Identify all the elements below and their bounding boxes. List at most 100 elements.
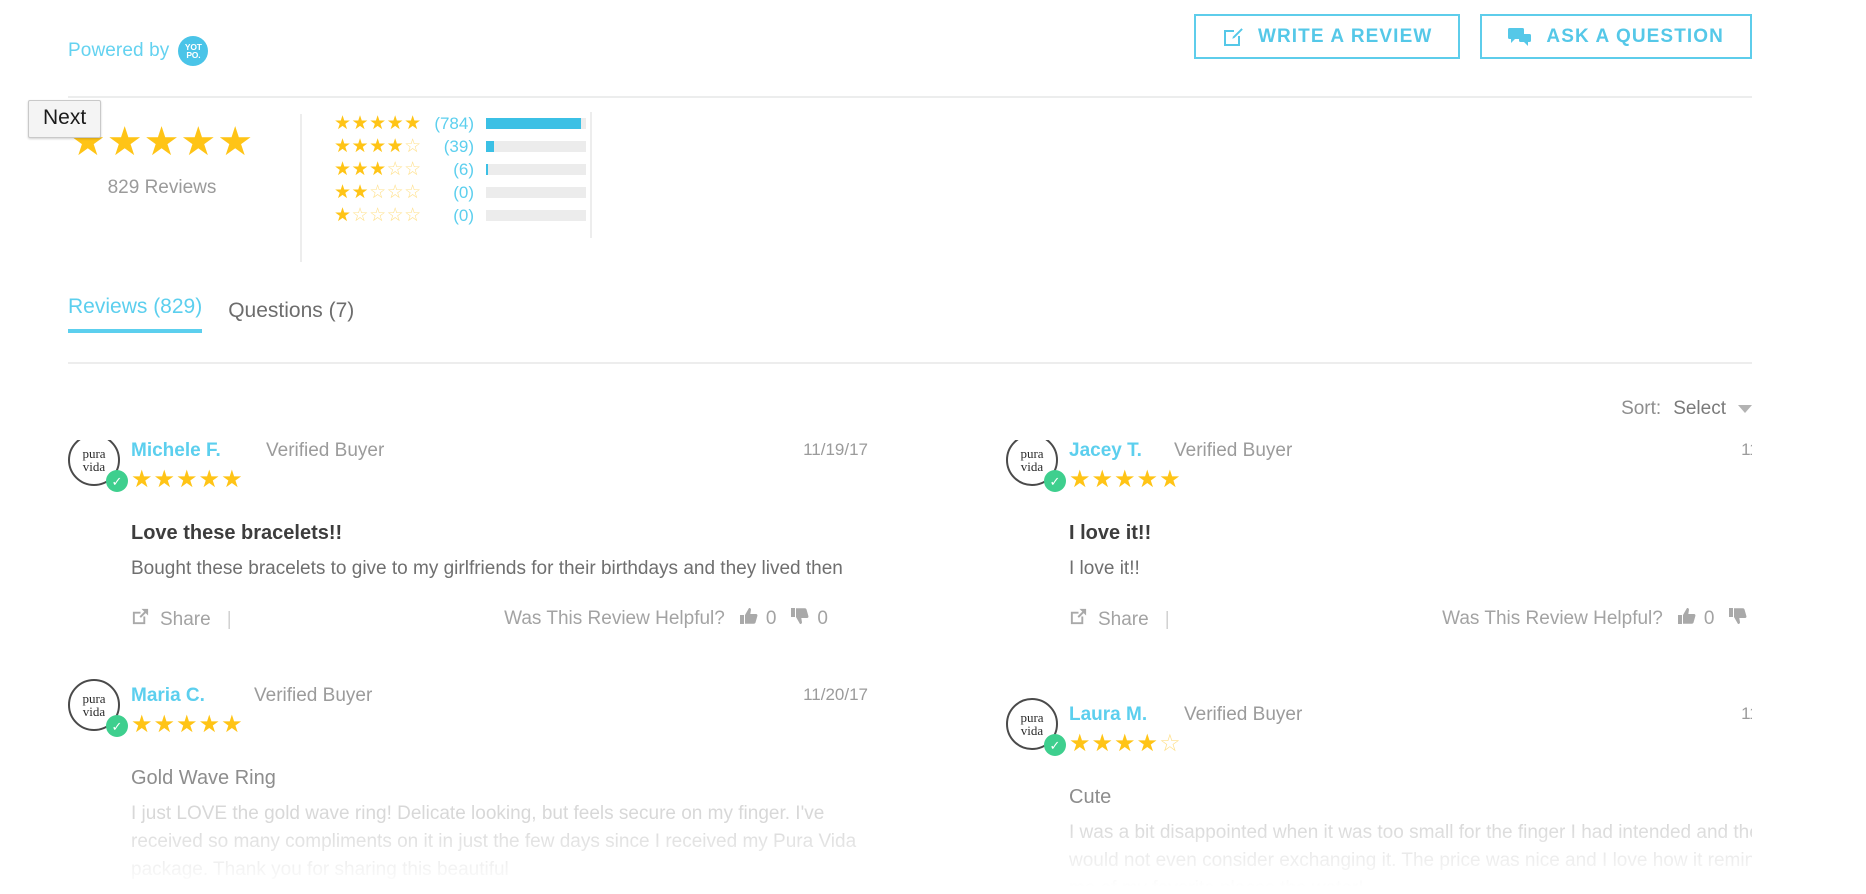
verified-buyer-label: Verified Buyer <box>266 440 385 461</box>
chevron-down-icon[interactable] <box>1738 405 1752 413</box>
reviewer-name[interactable]: Maria C. <box>131 685 205 707</box>
review-title: Love these bracelets!! <box>131 522 343 544</box>
reviews-list: pura vida ✓ Michele F. Verified Buyer 11… <box>68 440 1752 894</box>
review-date: 11/20/17 <box>803 685 868 704</box>
review-header: pura vida ✓ Maria C. Verified Buyer 11/2… <box>68 679 868 737</box>
review-item: pura vida ✓ Laura M. Verified Buyer 11/1… <box>1006 698 1752 894</box>
verified-check-icon: ✓ <box>106 470 128 492</box>
ratings-summary: ★★★★★ 829 Reviews ★★★★★ (784) ★★★★☆ (39)… <box>68 112 768 292</box>
chat-bubbles-icon <box>1508 27 1532 47</box>
review-title: Cute <box>1069 786 1112 808</box>
histogram-row-4[interactable]: ★★★★☆ (39) <box>334 135 586 158</box>
write-a-review-button[interactable]: WRITE A REVIEW <box>1193 14 1461 59</box>
histogram-row-3[interactable]: ★★★☆☆ (6) <box>334 158 586 181</box>
avatar-line2: vida <box>1020 723 1044 738</box>
header-divider <box>68 96 1752 98</box>
verified-check-icon: ✓ <box>1044 470 1066 492</box>
pencil-square-icon <box>1222 26 1244 48</box>
review-stars: ★★★★★ <box>131 711 244 738</box>
reviews-column-right: pura vida ✓ Jacey T. Verified Buyer 11/1… <box>1006 440 1752 894</box>
next-tooltip: Next <box>28 100 102 138</box>
verified-check-icon: ✓ <box>106 715 128 737</box>
reviewer-name[interactable]: Michele F. <box>131 440 221 462</box>
review-title: Gold Wave Ring <box>131 767 276 789</box>
content-tabs: Reviews (829) Questions (7) <box>68 295 354 333</box>
review-date: 11/18/17 <box>1741 440 1752 459</box>
verified-buyer-label: Verified Buyer <box>254 685 373 706</box>
sort-control[interactable]: Sort: Select <box>1621 398 1752 420</box>
histogram-row-2[interactable]: ★★☆☆☆ (0) <box>334 181 586 204</box>
avatar-line2: vida <box>1020 459 1044 474</box>
share-icon <box>1069 607 1088 632</box>
review-footer: Share | Was This Review Helpful? 0 <box>131 607 868 633</box>
review-title: I love it!! <box>1069 522 1152 544</box>
total-reviews-label: 829 Reviews <box>107 177 217 198</box>
summary-divider-right <box>590 112 592 238</box>
review-header: pura vida ✓ Michele F. Verified Buyer 11… <box>68 440 868 492</box>
thumbs-down-icon <box>790 607 810 631</box>
verified-check-icon: ✓ <box>1044 734 1066 756</box>
histogram-bar-4 <box>486 141 586 152</box>
powered-by-label: Powered by <box>68 40 170 61</box>
thumbs-up-button[interactable]: 0 <box>1677 607 1715 631</box>
histogram-stars-5: ★★★★★ <box>334 113 422 134</box>
review-body: I love it!! I love it!! <box>1069 480 1752 583</box>
thumbs-up-button[interactable]: 0 <box>739 607 777 631</box>
histogram-stars-2: ★★☆☆☆ <box>334 182 422 203</box>
reviewer-name[interactable]: Jacey T. <box>1069 440 1142 462</box>
review-date: 11/19/17 <box>803 440 868 459</box>
review-item: pura vida ✓ Maria C. Verified Buyer 11/2… <box>68 679 868 884</box>
write-a-review-label: WRITE A REVIEW <box>1257 25 1433 47</box>
thumbs-up-icon <box>1677 607 1697 631</box>
tab-questions[interactable]: Questions (7) <box>228 299 354 333</box>
avatar-line2: vida <box>82 704 106 719</box>
yotpo-logo-line2: PO. <box>186 50 201 60</box>
thumbs-up-icon <box>739 607 759 631</box>
review-item: pura vida ✓ Jacey T. Verified Buyer 11/1… <box>1006 440 1752 633</box>
thumbs-down-button[interactable]: 0 <box>1728 607 1752 631</box>
review-text: I just LOVE the gold wave ring! Delicate… <box>131 803 857 880</box>
verified-buyer-label: Verified Buyer <box>1174 440 1293 461</box>
histogram-bar-5 <box>486 118 586 129</box>
histogram-count-2: (0) <box>453 182 474 202</box>
helpful-controls: Was This Review Helpful? 0 0 <box>1442 607 1752 631</box>
review-stars: ★★★★★ <box>131 466 244 493</box>
yotpo-logo-icon: YOT PO. <box>178 36 209 66</box>
histogram-stars-4: ★★★★☆ <box>334 136 422 157</box>
verified-buyer-label: Verified Buyer <box>1184 704 1303 725</box>
sort-selected-value[interactable]: Select <box>1673 398 1726 420</box>
histogram-bar-1 <box>486 210 586 221</box>
review-header: pura vida ✓ Jacey T. Verified Buyer 11/1… <box>1006 440 1752 492</box>
review-stars: ★★★★☆ <box>1069 730 1182 757</box>
yotpo-reviews-widget: Powered by YOT PO. WRITE A REVIEW ASK A … <box>0 0 1866 894</box>
review-body: Gold Wave Ring I just LOVE the gold wave… <box>131 725 868 884</box>
tab-reviews[interactable]: Reviews (829) <box>68 295 203 333</box>
helpful-question: Was This Review Helpful? <box>504 608 725 629</box>
tabs-divider <box>68 362 1752 364</box>
thumbs-down-count: 0 <box>817 608 828 629</box>
review-body: Love these bracelets!! Bought these brac… <box>131 480 868 583</box>
review-stars: ★★★★★ <box>1069 466 1182 493</box>
review-body: Cute I was a bit disappointed when it wa… <box>1069 744 1752 894</box>
histogram-count-5: (784) <box>434 113 474 133</box>
ask-a-question-button[interactable]: ASK A QUESTION <box>1480 14 1752 59</box>
review-item: pura vida ✓ Michele F. Verified Buyer 11… <box>68 440 868 633</box>
histogram-stars-3: ★★★☆☆ <box>334 159 422 180</box>
thumbs-up-count: 0 <box>765 608 777 629</box>
thumbs-down-button[interactable]: 0 <box>790 607 828 631</box>
helpful-controls: Was This Review Helpful? 0 0 <box>504 607 828 631</box>
histogram-row-5[interactable]: ★★★★★ (784) <box>334 112 586 135</box>
rating-histogram: ★★★★★ (784) ★★★★☆ (39) ★★★☆☆ (6) ★★☆☆☆ (… <box>334 112 586 227</box>
review-footer: Share | Was This Review Helpful? 0 <box>1069 607 1752 633</box>
histogram-row-1[interactable]: ★☆☆☆☆ (0) <box>334 204 586 227</box>
review-text: I love it!! <box>1069 558 1140 579</box>
reviewer-name[interactable]: Laura M. <box>1069 704 1147 726</box>
header-actions: WRITE A REVIEW ASK A QUESTION <box>1193 14 1752 59</box>
histogram-count-1: (0) <box>453 205 474 225</box>
ask-a-question-label: ASK A QUESTION <box>1546 25 1724 47</box>
thumbs-down-icon <box>1728 607 1748 631</box>
review-text: Bought these bracelets to give to my gir… <box>131 558 843 579</box>
thumbs-up-count: 0 <box>1703 608 1715 629</box>
sort-label: Sort: <box>1621 398 1662 419</box>
share-label: Share <box>160 608 211 630</box>
